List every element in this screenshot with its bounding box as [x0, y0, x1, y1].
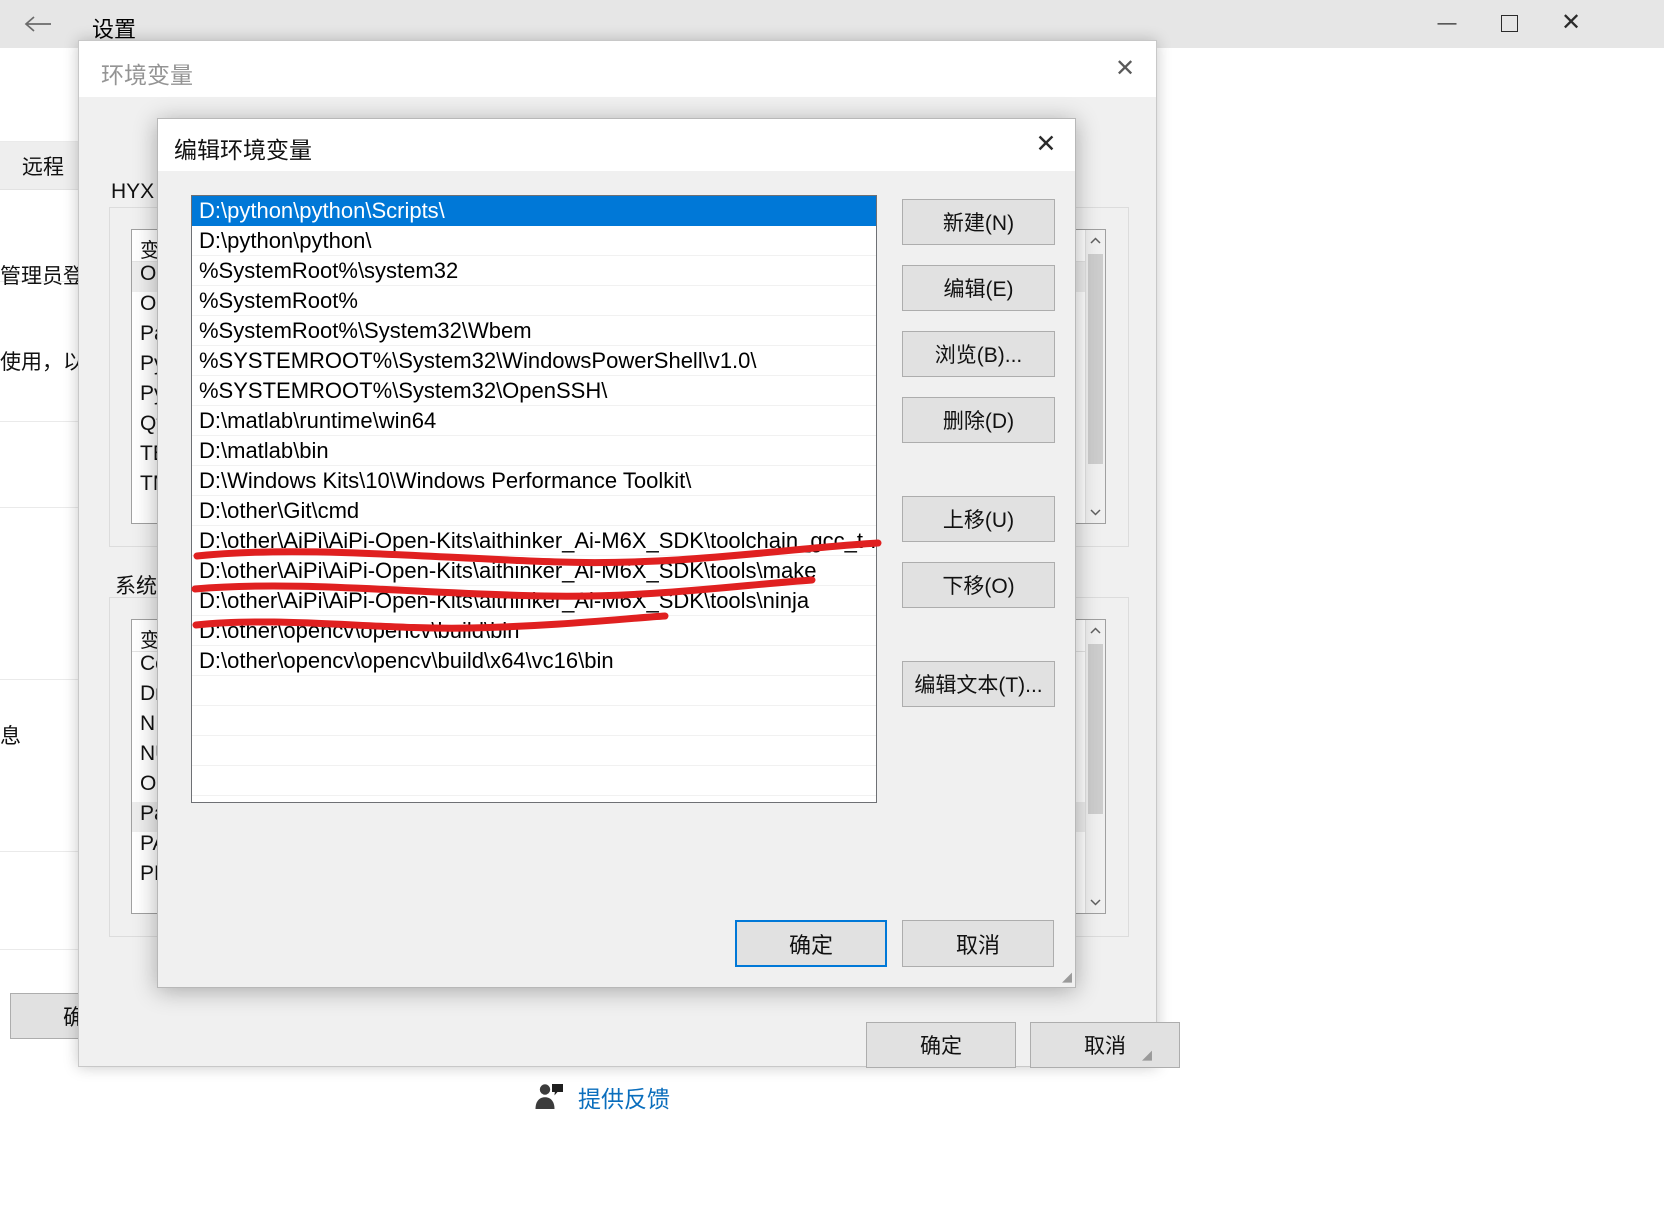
back-arrow-icon[interactable]	[10, 2, 66, 46]
edit-cancel-label: 取消	[955, 932, 1000, 958]
envvar-cancel-label: 取消	[1084, 1035, 1126, 1058]
scroll-thumb[interactable]	[1088, 254, 1103, 464]
list-item[interactable]: D:\other\opencv\opencv\build\bin	[192, 616, 876, 646]
tab-remote-label: 远程	[22, 155, 64, 179]
close-icon: ✕	[1560, 9, 1582, 36]
person-feedback-icon	[530, 1080, 564, 1114]
list-item-empty[interactable]	[192, 736, 876, 766]
list-item[interactable]: %SystemRoot%	[192, 286, 876, 316]
envvar-ok-label: 确定	[920, 1035, 962, 1058]
close-button[interactable]: ✕	[1540, 0, 1602, 46]
list-item[interactable]: D:\other\AiPi\AiPi-Open-Kits\aithinker_A…	[192, 556, 876, 586]
edit-text-button-label: 编辑文本(T)...	[914, 674, 1043, 697]
edit-button-label: 编辑(E)	[943, 278, 1014, 301]
settings-text-info: 息	[0, 725, 21, 748]
chevron-down-icon[interactable]	[1086, 891, 1105, 913]
envvar-cancel-button[interactable]: 取消	[1030, 1022, 1180, 1068]
list-item[interactable]: D:\other\AiPi\AiPi-Open-Kits\aithinker_A…	[192, 526, 876, 556]
close-icon: ✕	[1114, 54, 1136, 82]
move-up-button-label: 上移(U)	[942, 509, 1015, 532]
list-item[interactable]: D:\other\opencv\opencv\build\x64\vc16\bi…	[192, 646, 876, 676]
feedback-area[interactable]: 提供反馈	[530, 1067, 1030, 1127]
browse-button-label: 浏览(B)...	[934, 344, 1023, 367]
envvar-close-button[interactable]: ✕	[1094, 41, 1156, 95]
list-item[interactable]: D:\other\Git\cmd	[192, 496, 876, 526]
maximize-icon	[1500, 14, 1518, 32]
list-item[interactable]: %SYSTEMROOT%\System32\WindowsPowerShell\…	[192, 346, 876, 376]
edit-text-button[interactable]: 编辑文本(T)...	[902, 661, 1055, 707]
delete-button-label: 删除(D)	[942, 410, 1015, 433]
close-icon: ✕	[1035, 130, 1057, 158]
chevron-up-icon[interactable]	[1086, 230, 1105, 252]
path-entries-listbox[interactable]: D:\python\python\Scripts\ D:\python\pyth…	[191, 195, 877, 803]
system-list-scrollbar[interactable]	[1085, 620, 1105, 913]
list-item[interactable]: %SYSTEMROOT%\System32\OpenSSH\	[192, 376, 876, 406]
user-list-scrollbar[interactable]	[1085, 230, 1105, 523]
list-item[interactable]: D:\matlab\bin	[192, 436, 876, 466]
envvar-dialog-title: 环境变量	[101, 62, 193, 88]
list-item-empty[interactable]	[192, 766, 876, 796]
move-down-button[interactable]: 下移(O)	[902, 562, 1055, 608]
chevron-up-icon[interactable]	[1086, 620, 1105, 642]
scroll-thumb[interactable]	[1088, 644, 1103, 814]
maximize-button[interactable]	[1478, 0, 1540, 46]
list-item[interactable]: D:\python\python\Scripts\	[192, 196, 876, 226]
new-button[interactable]: 新建(N)	[902, 199, 1055, 245]
edit-dialog-resize-grip[interactable]: ◢	[1058, 970, 1072, 984]
edit-environment-variable-dialog: 编辑环境变量 ✕ D:\python\python\Scripts\ D:\py…	[157, 118, 1076, 988]
edit-dialog-close-button[interactable]: ✕	[1017, 119, 1075, 169]
list-item-empty[interactable]	[192, 796, 876, 802]
edit-dialog-titlebar: 编辑环境变量 ✕	[158, 119, 1075, 171]
move-down-button-label: 下移(O)	[942, 575, 1015, 598]
minimize-button[interactable]: —	[1416, 0, 1478, 46]
edit-button[interactable]: 编辑(E)	[902, 265, 1055, 311]
feedback-link-label[interactable]: 提供反馈	[578, 1080, 670, 1114]
list-item-empty[interactable]	[192, 706, 876, 736]
edit-dialog-title: 编辑环境变量	[174, 137, 312, 163]
delete-button[interactable]: 删除(D)	[902, 397, 1055, 443]
list-item-empty[interactable]	[192, 676, 876, 706]
list-item[interactable]: D:\Windows Kits\10\Windows Performance T…	[192, 466, 876, 496]
browse-button[interactable]: 浏览(B)...	[902, 331, 1055, 377]
list-item[interactable]: D:\python\python\	[192, 226, 876, 256]
new-button-label: 新建(N)	[942, 212, 1015, 235]
edit-ok-button[interactable]: 确定	[735, 920, 887, 967]
edit-ok-label: 确定	[788, 932, 833, 958]
envvar-resize-grip[interactable]: ◢	[1138, 1048, 1152, 1062]
move-up-button[interactable]: 上移(U)	[902, 496, 1055, 542]
edit-cancel-button[interactable]: 取消	[902, 920, 1054, 967]
list-item[interactable]: %SystemRoot%\System32\Wbem	[192, 316, 876, 346]
list-item[interactable]: D:\other\AiPi\AiPi-Open-Kits\aithinker_A…	[192, 586, 876, 616]
list-item[interactable]: %SystemRoot%\system32	[192, 256, 876, 286]
list-item[interactable]: D:\matlab\runtime\win64	[192, 406, 876, 436]
chevron-down-icon[interactable]	[1086, 501, 1105, 523]
envvar-titlebar: 环境变量 ✕	[79, 41, 1156, 97]
tab-remote[interactable]: 远程	[0, 142, 87, 189]
envvar-ok-button[interactable]: 确定	[866, 1022, 1016, 1068]
minimize-icon: —	[1437, 12, 1457, 34]
